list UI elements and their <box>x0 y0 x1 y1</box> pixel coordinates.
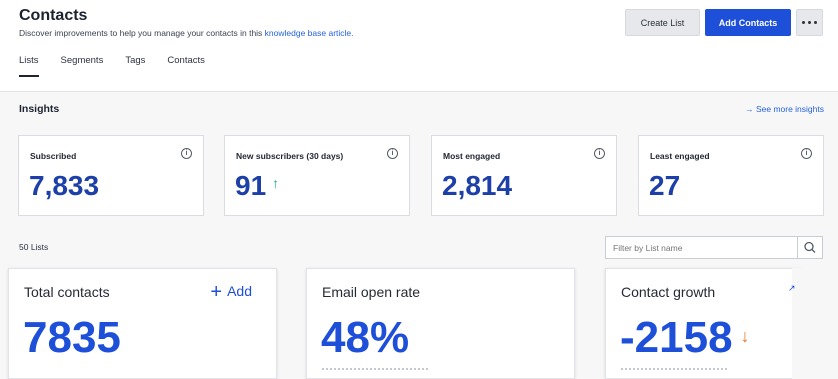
insight-value: 27 <box>649 170 681 201</box>
tab-lists[interactable]: Lists <box>19 55 39 77</box>
stat-value: 7835 <box>23 313 121 362</box>
tab-contacts[interactable]: Contacts <box>167 55 205 77</box>
filter-lists-input[interactable] <box>605 236 798 259</box>
filter-search-button[interactable] <box>797 236 823 259</box>
create-list-button[interactable]: Create List <box>625 9 700 36</box>
add-contacts-button[interactable]: Add Contacts <box>705 9 791 36</box>
stat-label: Contact growth <box>621 284 716 300</box>
insight-value-number: 91 <box>235 170 267 201</box>
insight-value: 2,814 <box>442 170 513 201</box>
info-icon[interactable]: i <box>387 148 398 159</box>
scroll-indicator-icon: ↗ <box>788 283 796 293</box>
knowledge-base-link[interactable]: knowledge base article. <box>265 28 354 38</box>
insight-label: New subscribers (30 days) <box>236 151 344 161</box>
info-icon[interactable]: i <box>181 148 192 159</box>
stat-label: Total contacts <box>24 284 110 300</box>
page-header: Contacts Discover improvements to help y… <box>0 0 838 92</box>
subtitle-text: Discover improvements to help you manage… <box>19 28 265 38</box>
insight-value: 7,833 <box>29 170 100 201</box>
plus-icon: + <box>210 281 223 303</box>
insight-card-most-engaged: Most engaged i 2,814 <box>431 135 617 216</box>
insight-label: Least engaged <box>650 151 710 161</box>
add-link-label: Add <box>227 283 252 299</box>
lists-count: 50 Lists <box>19 242 49 252</box>
scroll-area[interactable] <box>792 268 838 379</box>
more-options-button[interactable] <box>796 9 823 36</box>
add-contact-link[interactable]: + Add <box>210 281 252 304</box>
dotted-underline <box>322 368 428 370</box>
stat-label: Email open rate <box>322 284 421 300</box>
stat-card-email-open-rate: Email open rate 48% <box>306 268 575 379</box>
insight-card-least-engaged: Least engaged i 27 <box>638 135 824 216</box>
insight-card-subscribed: Subscribed i 7,833 <box>18 135 204 216</box>
tab-bar: Lists Segments Tags Contacts <box>19 55 227 85</box>
insight-label: Subscribed <box>30 151 77 161</box>
dotted-underline <box>621 368 727 370</box>
tab-tags[interactable]: Tags <box>125 55 145 77</box>
more-dots-icon <box>802 21 805 24</box>
stat-card-contact-growth: Contact growth -2158 ↓ <box>605 268 801 379</box>
page-subtitle: Discover improvements to help you manage… <box>19 28 354 38</box>
info-icon[interactable]: i <box>594 148 605 159</box>
stat-card-total-contacts: Total contacts + Add 7835 <box>8 268 277 379</box>
insights-heading: Insights <box>19 103 60 115</box>
trend-up-icon: ↑ <box>272 175 280 191</box>
tab-segments[interactable]: Segments <box>61 55 104 77</box>
trend-down-icon: ↓ <box>740 326 750 346</box>
search-icon <box>804 241 816 253</box>
insight-label: Most engaged <box>443 151 501 161</box>
see-more-insights-link[interactable]: → See more insights <box>745 104 824 114</box>
insight-card-new-subscribers: New subscribers (30 days) i 91 ↑ <box>224 135 410 216</box>
header-divider <box>0 91 838 92</box>
stat-value: -2158 ↓ <box>620 313 750 363</box>
page-title: Contacts <box>19 7 88 24</box>
insight-value: 91 ↑ <box>235 170 279 202</box>
info-icon[interactable]: i <box>801 148 812 159</box>
stat-value: 48% <box>321 313 410 362</box>
stat-value-number: -2158 <box>620 313 733 362</box>
